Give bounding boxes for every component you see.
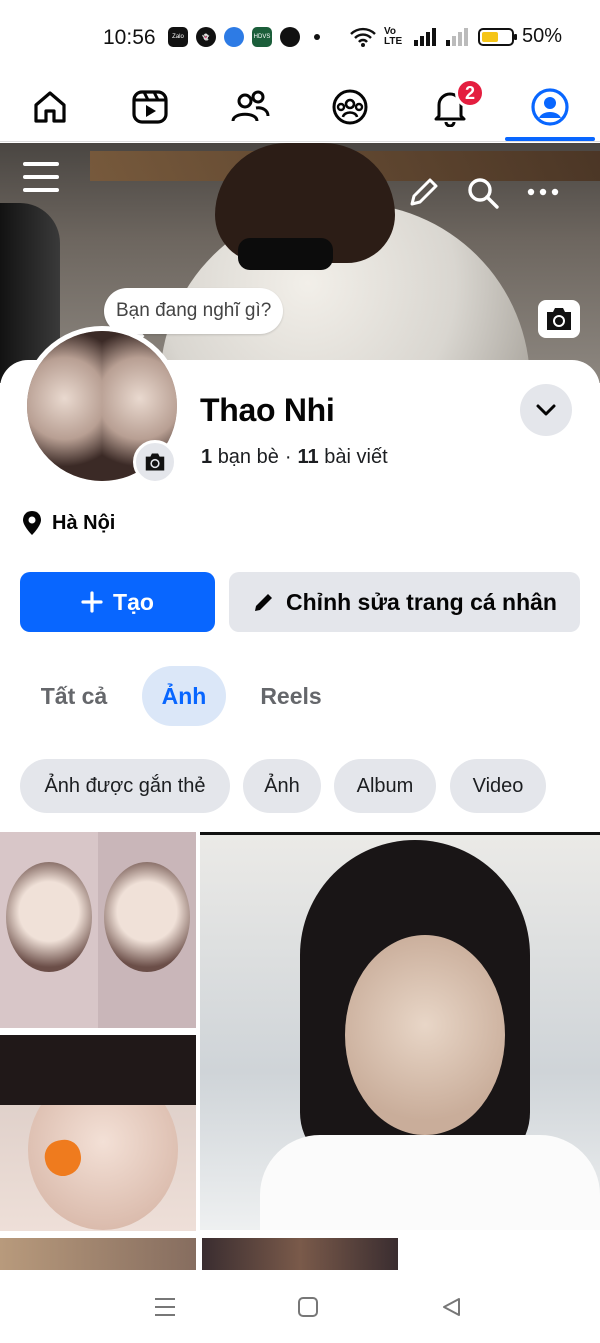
signal-icon (413, 27, 436, 46)
chevron-down-icon (536, 404, 556, 416)
photo-thumbnail[interactable] (202, 1238, 398, 1270)
filter-tagged-photos[interactable]: Ảnh được gắn thẻ (20, 759, 230, 813)
signal-2-icon (445, 27, 468, 46)
status-indicators: Vo LTE 50% (350, 25, 562, 48)
location-pin-icon (23, 511, 41, 535)
profile-icon (531, 88, 569, 126)
photo-thumbnail[interactable] (0, 832, 196, 1028)
friends-icon (231, 90, 270, 122)
zalo-icon: Zalo (168, 27, 188, 47)
wifi-icon (350, 27, 376, 47)
profile-stats: 1 bạn bè · 11 bài viết (201, 446, 388, 468)
pencil-icon (255, 594, 273, 611)
tab-photos[interactable]: Ảnh (142, 666, 226, 726)
edit-pencil-icon[interactable] (408, 176, 440, 208)
photo-thumbnail[interactable] (0, 1035, 196, 1231)
profile-switch-button[interactable] (520, 384, 572, 436)
nav-video-tab[interactable] (120, 80, 180, 134)
edit-avatar-button[interactable] (133, 440, 177, 484)
messenger-icon (224, 27, 244, 47)
filter-video[interactable]: Video (450, 759, 546, 813)
notification-badge: 2 (455, 78, 485, 108)
groups-icon (332, 89, 368, 125)
camera-icon (145, 453, 165, 471)
status-time: 10:56 (103, 26, 156, 49)
menu-icon[interactable] (22, 160, 60, 194)
photo-thumbnail[interactable] (0, 1238, 196, 1270)
edit-profile-label: Chỉnh sửa trang cá nhân (286, 588, 557, 615)
edit-cover-photo-button[interactable] (538, 300, 580, 338)
nav-friends-tab[interactable] (220, 80, 280, 134)
snapchat-icon: 👻 (196, 27, 216, 47)
browser-icon (280, 27, 300, 47)
posts-label: bài viết (324, 446, 388, 468)
plus-icon (81, 591, 103, 613)
active-tab-indicator (505, 137, 595, 141)
nav-groups-tab[interactable] (320, 80, 380, 134)
filter-album[interactable]: Album (334, 759, 436, 813)
home-icon (34, 91, 66, 123)
friends-label[interactable]: bạn bè (218, 446, 279, 468)
network-label: Vo LTE (383, 25, 403, 47)
camera-icon (547, 308, 571, 330)
create-button-label: Tạo (113, 588, 154, 615)
status-app-icons: Zalo 👻 HDVS (168, 27, 320, 47)
status-prompt-bubble[interactable]: Bạn đang nghĩ gì? (104, 288, 284, 334)
nav-home-tab[interactable] (20, 80, 80, 134)
tab-reels[interactable]: Reels (242, 666, 340, 726)
more-options-icon[interactable] (527, 186, 559, 198)
status-bar: 10:56 Zalo 👻 HDVS Vo LTE 50% (0, 0, 600, 72)
top-navigation: 2 (0, 72, 600, 142)
more-notifications-dot (314, 34, 320, 40)
tab-all[interactable]: Tất cả (22, 666, 126, 726)
filter-photos[interactable]: Ảnh (243, 759, 321, 813)
hdvs-icon: HDVS (252, 27, 272, 47)
nav-profile-tab[interactable] (520, 80, 580, 134)
system-navigation-bar (0, 1270, 600, 1343)
photo-thumbnail[interactable] (200, 832, 600, 1230)
battery-icon (477, 27, 517, 46)
battery-level: 50% (521, 25, 562, 47)
create-button[interactable]: Tạo (20, 572, 215, 632)
friends-count[interactable]: 1 (201, 446, 212, 468)
home-button-icon[interactable] (295, 1294, 321, 1320)
location-text: Hà Nội (52, 511, 116, 534)
posts-count: 11 (297, 446, 319, 468)
video-icon (132, 90, 168, 124)
search-icon[interactable] (466, 176, 500, 210)
edit-profile-button[interactable]: Chỉnh sửa trang cá nhân (229, 572, 580, 632)
back-icon[interactable] (438, 1294, 464, 1320)
location-row: Hà Nội (22, 510, 115, 536)
profile-name: Thao Nhi (200, 392, 335, 428)
recent-apps-icon[interactable] (152, 1294, 178, 1320)
